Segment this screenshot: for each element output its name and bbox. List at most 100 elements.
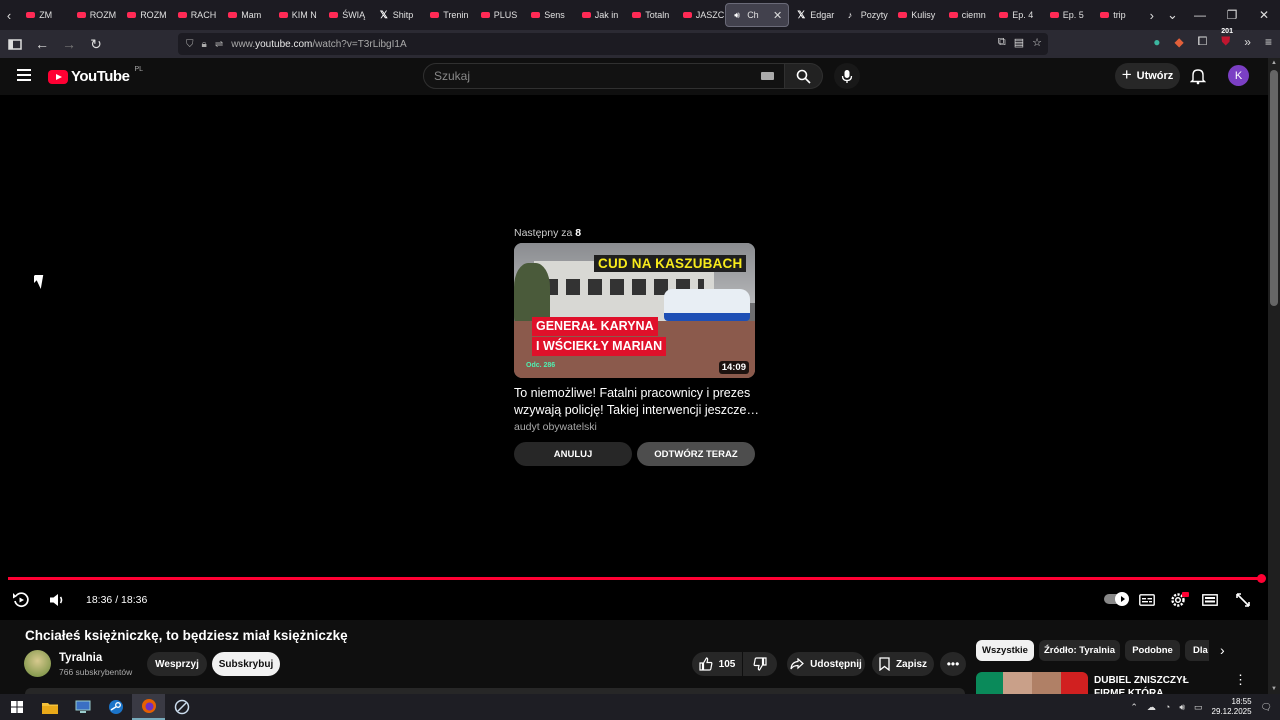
scroll-down-arrow-icon[interactable]: ▼ bbox=[1271, 686, 1277, 692]
cancel-autoplay-button[interactable]: ANULUJ bbox=[514, 442, 632, 466]
browser-tab[interactable]: ciemn bbox=[941, 3, 992, 27]
steam-icon[interactable] bbox=[99, 694, 132, 720]
bookmark-star-icon[interactable]: ☆ bbox=[1032, 36, 1042, 49]
filter-chip[interactable]: Podobne bbox=[1125, 640, 1180, 661]
browser-tab[interactable]: ZM bbox=[18, 3, 69, 27]
filter-chip[interactable]: Dla bbox=[1185, 640, 1209, 661]
miniplayer-button[interactable] bbox=[1200, 590, 1220, 610]
search-button[interactable] bbox=[785, 63, 823, 89]
tab-scroll-right-button[interactable]: › bbox=[1143, 0, 1161, 30]
next-video-thumbnail[interactable]: CUD NA KASZUBACH GENERAŁ KARYNA I WŚCIEK… bbox=[514, 243, 755, 378]
channel-name[interactable]: Tyralnia bbox=[59, 652, 102, 664]
forward-button[interactable]: → bbox=[57, 32, 81, 56]
subscribe-button[interactable]: Subskrybuj bbox=[212, 652, 280, 676]
recommended-title[interactable]: DUBIEL ZNISZCZYŁ FIRMĘ KTÓRA ZABEKLAMOWA… bbox=[1094, 674, 1214, 694]
subtitles-button[interactable] bbox=[1137, 590, 1157, 610]
minimize-button[interactable]: — bbox=[1184, 8, 1216, 22]
filter-chip[interactable]: Wszystkie bbox=[976, 640, 1034, 661]
browser-tab[interactable]: ŚWIĄ bbox=[321, 3, 372, 27]
lock-icon[interactable]: 🔒︎ bbox=[202, 39, 207, 50]
back-button[interactable]: ← bbox=[30, 32, 54, 56]
youtube-logo[interactable]: YouTube PL bbox=[48, 66, 143, 85]
browser-tab[interactable]: Ep. 5 bbox=[1042, 3, 1093, 27]
network-tray-icon[interactable]: ☁ bbox=[1147, 702, 1156, 713]
progress-scrubber[interactable] bbox=[1257, 574, 1266, 583]
recommended-thumbnail[interactable] bbox=[976, 672, 1088, 694]
like-button[interactable]: 105 bbox=[692, 652, 742, 676]
browser-tab[interactable]: RACH bbox=[170, 3, 221, 27]
browser-tab[interactable]: Mam bbox=[220, 3, 271, 27]
close-tab-icon[interactable]: ✕ bbox=[773, 9, 782, 22]
account-avatar[interactable]: K bbox=[1228, 65, 1249, 86]
browser-tab[interactable]: Ep. 4 bbox=[991, 3, 1042, 27]
extensions-puzzle-icon[interactable]: ⧠ bbox=[1198, 34, 1208, 49]
share-button[interactable]: Udostępnij bbox=[787, 652, 865, 676]
vpn-extension-icon[interactable]: ● bbox=[1153, 35, 1160, 49]
reader-view-icon[interactable]: ▤ bbox=[1014, 36, 1024, 49]
firefox-icon[interactable] bbox=[132, 694, 165, 720]
tab-scroll-left-button[interactable]: ‹ bbox=[0, 0, 18, 30]
maximize-button[interactable]: ❐ bbox=[1216, 8, 1248, 22]
browser-tab[interactable]: Jak in bbox=[574, 3, 625, 27]
scroll-up-arrow-icon[interactable]: ▲ bbox=[1271, 60, 1277, 66]
close-window-button[interactable]: ✕ bbox=[1248, 8, 1280, 22]
shield-icon[interactable]: ⛉ bbox=[186, 39, 194, 50]
tab-list-dropdown-button[interactable]: ⌄ bbox=[1161, 0, 1184, 30]
reload-button[interactable]: ↻ bbox=[84, 32, 108, 56]
clock[interactable]: 18:55 29.12.2025 bbox=[1212, 697, 1252, 717]
guide-menu-icon[interactable] bbox=[17, 69, 31, 81]
filter-chip[interactable]: Źródło: Tyralnia bbox=[1039, 640, 1120, 661]
save-button[interactable]: Zapisz bbox=[872, 652, 934, 676]
windows-start-icon[interactable] bbox=[0, 694, 33, 720]
sidebar-toggle-icon[interactable] bbox=[3, 32, 27, 56]
browser-tab[interactable]: JASZC bbox=[675, 3, 726, 27]
fullscreen-button[interactable] bbox=[1233, 590, 1253, 610]
browser-tab[interactable]: PLUS bbox=[473, 3, 524, 27]
page-scrollbar[interactable]: ▲ ▼ bbox=[1268, 58, 1280, 694]
browser-tab[interactable]: 𝕏 Shitp bbox=[372, 3, 423, 27]
notifications-bell-icon[interactable] bbox=[1189, 67, 1207, 90]
file-explorer-icon[interactable] bbox=[33, 694, 66, 720]
settings-button[interactable] bbox=[1168, 590, 1190, 610]
voice-search-button[interactable] bbox=[834, 63, 860, 89]
browser-tab[interactable]: 𝕏 Edgar bbox=[789, 3, 840, 27]
browser-tab[interactable]: ♪ Pozyty bbox=[840, 3, 891, 27]
app-launcher-icon[interactable] bbox=[165, 694, 198, 720]
chips-next-arrow-icon[interactable]: › bbox=[1220, 642, 1225, 658]
speaker-tray-icon[interactable]: 🔊︎ bbox=[1179, 702, 1185, 713]
menu-hamburger-icon[interactable]: ≡ bbox=[1265, 35, 1272, 49]
support-button[interactable]: Wesprzyj bbox=[147, 652, 207, 676]
browser-tab[interactable]: ROZM bbox=[69, 3, 120, 27]
browser-tab[interactable]: ROZM bbox=[119, 3, 170, 27]
monitor-app-icon[interactable] bbox=[66, 694, 99, 720]
progress-bar[interactable] bbox=[8, 577, 1262, 580]
autoplay-toggle[interactable] bbox=[1104, 592, 1129, 606]
wifi-icon[interactable]: ◔ bbox=[1165, 702, 1170, 712]
search-input[interactable]: Szukaj bbox=[423, 63, 785, 89]
scrollbar-thumb[interactable] bbox=[1270, 70, 1278, 306]
channel-avatar[interactable] bbox=[24, 650, 51, 677]
play-now-button[interactable]: ODTWÓRZ TERAZ bbox=[637, 442, 755, 466]
url-bar[interactable]: ⛉ 🔒︎ ⇌ www.youtube.com/watch?v=T3rLibgI1… bbox=[178, 33, 1048, 55]
overflow-chevron-icon[interactable]: » bbox=[1244, 35, 1251, 49]
notifications-icon[interactable]: 🗨︎ bbox=[1261, 702, 1272, 713]
replay-button[interactable] bbox=[10, 590, 32, 610]
browser-tab[interactable]: KIM N bbox=[271, 3, 322, 27]
browser-tab[interactable]: Sens bbox=[523, 3, 574, 27]
fox-extension-icon[interactable]: ◆ bbox=[1174, 35, 1183, 49]
recommended-more-icon[interactable]: ⋮ bbox=[1234, 672, 1247, 688]
picture-in-picture-icon[interactable]: ⧉ bbox=[998, 36, 1006, 49]
tray-chevron-icon[interactable]: ⌃ bbox=[1130, 702, 1138, 713]
keyboard-icon[interactable] bbox=[761, 72, 774, 80]
browser-tab[interactable]: Trenin bbox=[422, 3, 473, 27]
more-actions-button[interactable]: ••• bbox=[940, 652, 966, 676]
next-video-title[interactable]: To niemożliwe! Fatalni pracownicy i prez… bbox=[514, 385, 764, 418]
browser-tab[interactable]: 🔊︎ Ch ✕ bbox=[725, 3, 790, 27]
permissions-icon[interactable]: ⇌ bbox=[215, 39, 223, 50]
browser-tab[interactable]: Kulisy bbox=[890, 3, 941, 27]
dislike-button[interactable] bbox=[743, 652, 777, 676]
browser-tab[interactable]: Totaln bbox=[624, 3, 675, 27]
display-tray-icon[interactable]: ▭ bbox=[1194, 702, 1203, 713]
browser-tab[interactable]: trip bbox=[1092, 3, 1143, 27]
volume-button[interactable] bbox=[46, 590, 68, 610]
